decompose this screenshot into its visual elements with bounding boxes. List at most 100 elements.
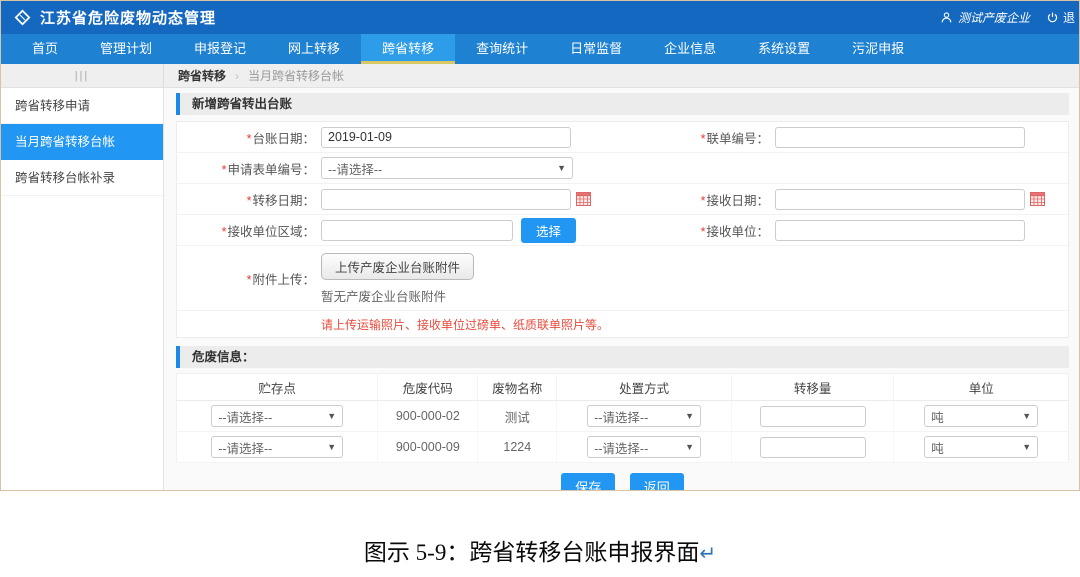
- nav-item-declare-register[interactable]: 申报登记: [173, 34, 267, 64]
- select-value: --请选择--: [328, 159, 382, 178]
- breadcrumb-current: 当月跨省转移台帐: [248, 67, 344, 84]
- manifest-no-label: *联单编号：: [637, 128, 769, 147]
- main-nav: 首页 管理计划 申报登记 网上转移 跨省转移 查询统计 日常监督 企业信息 系统…: [1, 34, 1079, 64]
- nav-item-online-transfer[interactable]: 网上转移: [267, 34, 361, 64]
- table-row: --请选择--▼ 900-000-02 测试 --请选择--▼ 吨▼: [177, 401, 1069, 432]
- waste-info-table: 贮存点 危废代码 废物名称 处置方式 转移量 单位 --请选择-- ▼ 900-0…: [176, 373, 1069, 463]
- form-row-attachment: *附件上传： 上传产废企业台账附件 暂无产废企业台账附件: [177, 246, 1068, 311]
- receive-date-input[interactable]: [775, 189, 1025, 210]
- disposal-method-select[interactable]: --请选择--▼: [587, 405, 701, 427]
- form-actions: 保存 返回: [176, 463, 1069, 491]
- title-bar: 江苏省危险废物动态管理 测试产废企业 退: [1, 1, 1079, 34]
- field-label-text: 接收单位：: [706, 225, 769, 239]
- select-value: 吨: [931, 438, 944, 457]
- sidebar-item-ledger-supplement[interactable]: 跨省转移台帐补录: [1, 160, 163, 196]
- receive-date-label: *接收日期：: [637, 190, 769, 209]
- figure-caption: 图示 5-9：跨省转移台账申报界面↵: [0, 533, 1080, 567]
- table-row: --请选择--▼ 900-000-09 1224 --请选择--▼ 吨▼: [177, 432, 1069, 463]
- nav-item-enterprise-info[interactable]: 企业信息: [643, 34, 737, 64]
- field-label-text: 转移日期：: [252, 194, 315, 208]
- back-button[interactable]: 返回: [630, 473, 684, 491]
- nav-item-daily-supervision[interactable]: 日常监督: [549, 34, 643, 64]
- chevron-down-icon: ▼: [1022, 411, 1031, 421]
- sidebar: 跨省转移申请 当月跨省转移台帐 跨省转移台帐补录: [1, 88, 164, 491]
- unit-select[interactable]: 吨▼: [924, 405, 1038, 427]
- required-mark: *: [701, 132, 706, 146]
- ledger-date-label: *台账日期：: [177, 128, 315, 147]
- breadcrumb-parent[interactable]: 跨省转移: [178, 67, 226, 84]
- nav-item-system-settings[interactable]: 系统设置: [737, 34, 831, 64]
- calendar-icon[interactable]: [1030, 192, 1045, 206]
- field-label-text: 联单编号：: [706, 132, 769, 146]
- sidebar-item-transfer-apply[interactable]: 跨省转移申请: [1, 88, 163, 124]
- waste-code-cell: 900-000-09: [378, 432, 478, 463]
- storage-point-select[interactable]: --请选择--▼: [211, 436, 343, 458]
- receive-region-label: *接收单位区域：: [177, 221, 315, 240]
- main-content: 新增跨省转出台账 *台账日期： *联单编号： *申请表单编号： --请选择-- …: [164, 88, 1079, 491]
- breadcrumb-separator-icon: ›: [235, 69, 239, 83]
- select-value: --请选择--: [594, 407, 648, 426]
- transfer-amount-input[interactable]: [760, 437, 866, 458]
- required-mark: *: [222, 163, 227, 177]
- user-name[interactable]: 测试产废企业: [958, 9, 1030, 26]
- col-disposal-method: 处置方式: [557, 374, 732, 401]
- sidebar-item-current-month-ledger[interactable]: 当月跨省转移台帐: [1, 124, 163, 160]
- nav-item-query-statistics[interactable]: 查询统计: [455, 34, 549, 64]
- attachment-label: *附件上传：: [177, 269, 315, 288]
- chevron-down-icon: ▼: [557, 163, 566, 173]
- app-logo-icon: [13, 8, 32, 27]
- col-waste-name: 废物名称: [478, 374, 557, 401]
- select-value: --请选择--: [218, 407, 272, 426]
- nav-item-home[interactable]: 首页: [11, 34, 79, 64]
- app-title: 江苏省危险废物动态管理: [40, 7, 216, 28]
- manifest-no-input[interactable]: [775, 127, 1025, 148]
- form-row: *申请表单编号： --请选择-- ▼: [177, 153, 1068, 184]
- waste-info-section-title: 危废信息：: [176, 346, 1069, 368]
- receive-unit-label: *接收单位：: [637, 221, 769, 240]
- logout-label: 退: [1063, 9, 1075, 26]
- nav-item-management-plan[interactable]: 管理计划: [79, 34, 173, 64]
- required-mark: *: [247, 194, 252, 208]
- save-button[interactable]: 保存: [561, 473, 615, 491]
- upload-note-text: 请上传运输照片、接收单位过磅单、纸质联单照片等。: [177, 316, 609, 333]
- storage-point-select[interactable]: --请选择-- ▼: [211, 405, 343, 427]
- upload-attachment-button[interactable]: 上传产废企业台账附件: [321, 253, 474, 280]
- transfer-amount-input[interactable]: [760, 406, 866, 427]
- nav-item-sludge-declare[interactable]: 污泥申报: [831, 34, 925, 64]
- required-mark: *: [222, 225, 227, 239]
- transfer-date-input[interactable]: [321, 189, 571, 210]
- col-waste-code: 危废代码: [378, 374, 478, 401]
- select-value: --请选择--: [594, 438, 648, 457]
- field-label-text: 接收日期：: [706, 194, 769, 208]
- chevron-down-icon: ▼: [327, 411, 336, 421]
- required-mark: *: [701, 225, 706, 239]
- table-header-row: 贮存点 危废代码 废物名称 处置方式 转移量 单位: [177, 374, 1069, 401]
- form-row-note: 请上传运输照片、接收单位过磅单、纸质联单照片等。: [177, 311, 1068, 337]
- required-mark: *: [247, 132, 252, 146]
- transfer-date-label: *转移日期：: [177, 190, 315, 209]
- chevron-down-icon: ▼: [1022, 442, 1031, 452]
- sidebar-collapse-toggle[interactable]: |||: [1, 64, 164, 87]
- calendar-icon[interactable]: [576, 192, 591, 206]
- required-mark: *: [247, 273, 252, 287]
- col-transfer-amount: 转移量: [731, 374, 894, 401]
- attachment-empty-text: 暂无产废企业台账附件: [321, 286, 474, 305]
- return-mark-icon: ↵: [699, 541, 716, 565]
- select-value: --请选择--: [218, 438, 272, 457]
- form-row: *台账日期： *联单编号：: [177, 122, 1068, 153]
- col-unit: 单位: [894, 374, 1069, 401]
- choose-region-button[interactable]: 选择: [521, 218, 576, 243]
- chevron-down-icon: ▼: [685, 442, 694, 452]
- apply-form-no-select[interactable]: --请选择-- ▼: [321, 157, 573, 179]
- disposal-method-select[interactable]: --请选择-- ▼: [587, 436, 701, 458]
- select-value: 吨: [931, 407, 944, 426]
- unit-select[interactable]: 吨▼: [924, 436, 1038, 458]
- field-label-text: 附件上传：: [252, 273, 315, 287]
- form-section-title: 新增跨省转出台账: [176, 93, 1069, 115]
- ledger-date-input[interactable]: [321, 127, 571, 148]
- figure-caption-text: 图示 5-9：跨省转移台账申报界面: [364, 540, 699, 565]
- receive-region-input[interactable]: [321, 220, 513, 241]
- logout-button[interactable]: 退: [1046, 9, 1075, 26]
- nav-item-cross-province-transfer[interactable]: 跨省转移: [361, 34, 455, 64]
- receive-unit-input[interactable]: [775, 220, 1025, 241]
